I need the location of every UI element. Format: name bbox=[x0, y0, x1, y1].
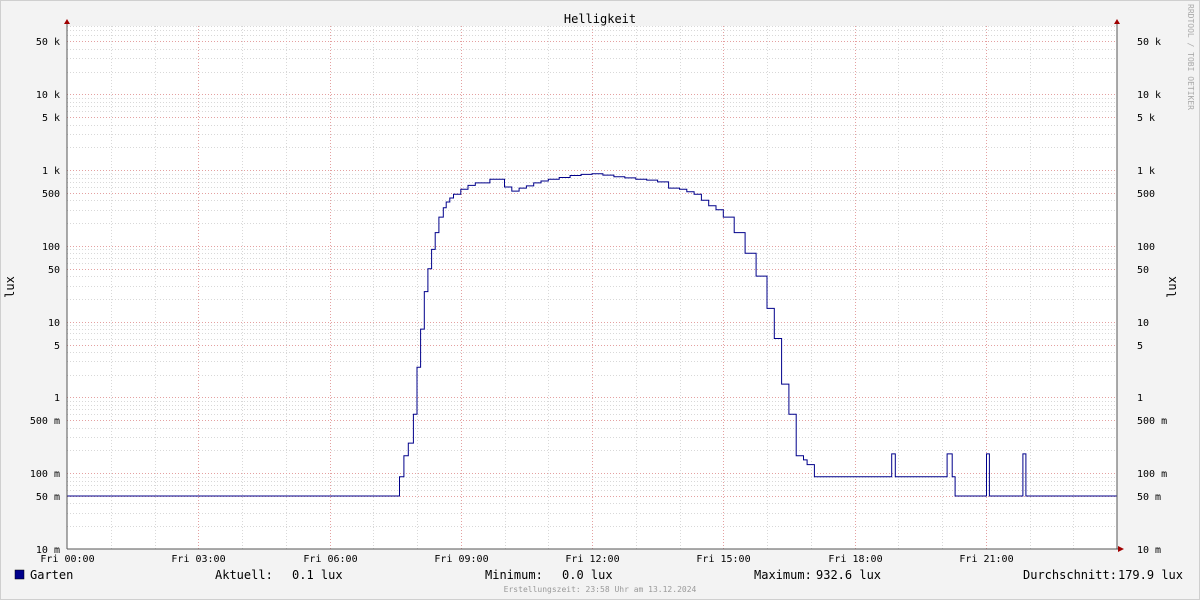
chart-root: 10 m 50 m 100 m 500 m 1 5 10 50 100 500 1 k 5 k 10 k… bbox=[0, 0, 1200, 600]
legend-aktuell-label: Aktuell: bbox=[215, 568, 273, 582]
x-tick-label: Fri 09:00 bbox=[434, 554, 488, 565]
chart-title: Helligkeit bbox=[564, 12, 636, 26]
legend-minimum-label: Minimum: bbox=[485, 568, 543, 582]
y-tick-label-left: 100 bbox=[42, 242, 60, 253]
y-tick-label-right: 5 k bbox=[1137, 113, 1155, 124]
footer-timestamp: Erstellungszeit: 23:58 Uhr am 13.12.2024 bbox=[504, 585, 697, 594]
legend-maximum-value: 932.6 lux bbox=[816, 568, 881, 582]
legend-maximum-label: Maximum: bbox=[754, 568, 812, 582]
y-tick-label-right: 100 bbox=[1137, 242, 1155, 253]
legend-series-name: Garten bbox=[30, 568, 73, 582]
x-tick-label: Fri 18:00 bbox=[828, 554, 882, 565]
legend-minimum-value: 0.0 lux bbox=[562, 568, 613, 582]
y-tick-label-left: 10 bbox=[48, 318, 60, 329]
y-tick-label-right: 5 bbox=[1137, 341, 1143, 352]
x-tick-label: Fri 12:00 bbox=[565, 554, 619, 565]
y-tick-label-right: 50 bbox=[1137, 265, 1149, 276]
x-tick-label: Fri 21:00 bbox=[959, 554, 1013, 565]
y-tick-label-right: 10 m bbox=[1137, 545, 1161, 556]
y-tick-label-right: 500 m bbox=[1137, 416, 1167, 427]
legend-aktuell-value: 0.1 lux bbox=[292, 568, 343, 582]
y-tick-label-left: 1 k bbox=[42, 166, 60, 177]
x-tick-label: Fri 00:00 bbox=[40, 554, 94, 565]
y-tick-label-left: 10 k bbox=[36, 90, 60, 101]
y-tick-label-right: 10 k bbox=[1137, 90, 1161, 101]
helligkeit-chart: 10 m 50 m 100 m 500 m 1 5 10 50 100 500 1 k 5 k 10 k… bbox=[0, 0, 1200, 600]
legend-durchschnitt-label: Durchschnitt: bbox=[1023, 568, 1117, 582]
legend-swatch-garten bbox=[14, 569, 25, 580]
y-tick-label-right: 500 bbox=[1137, 189, 1155, 200]
y-axis-label-left: lux bbox=[3, 276, 17, 298]
y-tick-label-right: 100 m bbox=[1137, 469, 1167, 480]
y-tick-label-right: 1 k bbox=[1137, 166, 1155, 177]
y-tick-label-right: 1 bbox=[1137, 393, 1143, 404]
y-tick-label-right: 50 k bbox=[1137, 37, 1161, 48]
y-tick-label-right: 50 m bbox=[1137, 492, 1161, 503]
y-tick-label-right: 10 bbox=[1137, 318, 1149, 329]
y-axis-label-right: lux bbox=[1165, 276, 1179, 298]
y-tick-label-left: 500 bbox=[42, 189, 60, 200]
x-tick-label: Fri 06:00 bbox=[303, 554, 357, 565]
y-tick-label-left: 50 m bbox=[36, 492, 60, 503]
y-tick-label-left: 100 m bbox=[30, 469, 60, 480]
y-tick-label-left: 50 k bbox=[36, 37, 60, 48]
y-tick-label-left: 1 bbox=[54, 393, 60, 404]
y-tick-label-left: 5 k bbox=[42, 113, 60, 124]
x-tick-label: Fri 15:00 bbox=[696, 554, 750, 565]
rrdtool-watermark: RRDTOOL / TOBI OETIKER bbox=[1186, 4, 1195, 110]
x-tick-label: Fri 03:00 bbox=[171, 554, 225, 565]
legend-durchschnitt-value: 179.9 lux bbox=[1118, 568, 1183, 582]
y-tick-label-left: 50 bbox=[48, 265, 60, 276]
y-tick-label-left: 5 bbox=[54, 341, 60, 352]
y-tick-label-left: 500 m bbox=[30, 416, 60, 427]
